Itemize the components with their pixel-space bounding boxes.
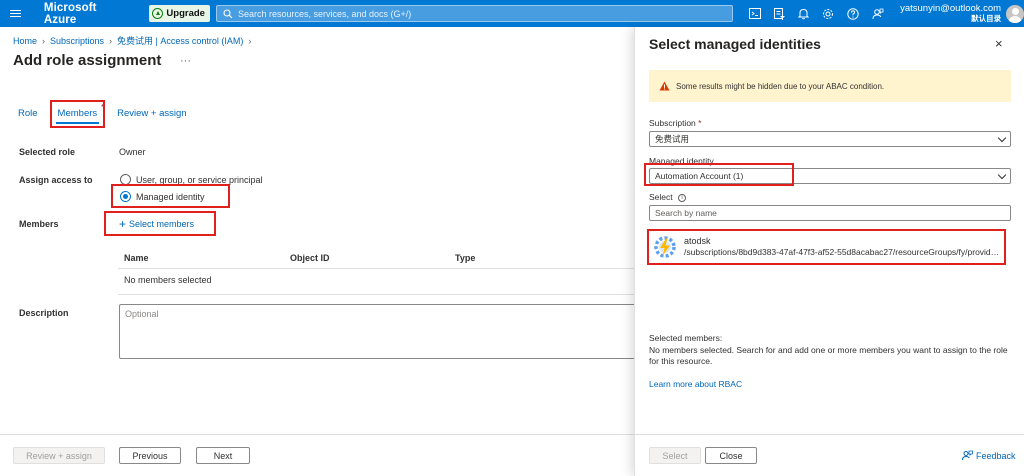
chevron-right-icon: › — [248, 35, 252, 46]
select-button[interactable]: Select — [649, 447, 701, 464]
breadcrumb: Home › Subscriptions › 免费试用 | Access con… — [13, 34, 251, 47]
search-by-name-input[interactable]: Search by name — [649, 205, 1011, 221]
assign-access-label: Assign access to — [19, 175, 93, 185]
account-info[interactable]: yatsunyin@outlook.com 默认目录 — [900, 2, 1002, 24]
panel-footer-divider — [635, 434, 1024, 435]
breadcrumb-iam[interactable]: 免费试用 | Access control (IAM) — [117, 34, 243, 47]
table-header-divider — [118, 268, 636, 269]
select-label-text: Select — [649, 192, 673, 202]
chevron-down-icon — [997, 133, 1007, 142]
chevron-down-icon — [997, 170, 1007, 179]
breadcrumb-subscriptions[interactable]: Subscriptions — [50, 36, 104, 46]
upgrade-label: Upgrade — [166, 8, 205, 19]
global-search-input[interactable]: Search resources, services, and docs (G+… — [215, 5, 734, 22]
panel-title: Select managed identities — [649, 36, 821, 52]
tab-role[interactable]: Role — [18, 108, 38, 119]
members-label: Members — [19, 219, 59, 229]
top-bar: Microsoft Azure Upgrade Search resources… — [0, 0, 1024, 27]
info-icon[interactable]: i — [678, 193, 686, 202]
user-email: yatsunyin@outlook.com — [900, 2, 1002, 14]
search-placeholder: Search resources, services, and docs (G+… — [237, 8, 412, 19]
selected-members-title: Selected members: — [649, 333, 723, 343]
feedback-link[interactable]: Feedback — [962, 450, 1016, 461]
highlight-select-members — [104, 211, 216, 236]
close-icon[interactable]: × — [995, 36, 1003, 51]
highlight-managed-identity — [111, 184, 230, 208]
chevron-right-icon: › — [109, 35, 113, 46]
user-directory: 默认目录 — [971, 13, 1002, 23]
warning-text: Some results might be hidden due to your… — [676, 81, 885, 91]
subscription-label-text: Subscription — [649, 118, 696, 128]
upgrade-icon — [152, 8, 164, 19]
table-row-divider — [118, 294, 636, 295]
description-textarea[interactable]: Optional — [119, 304, 637, 359]
upgrade-button[interactable]: Upgrade — [149, 5, 210, 22]
help-icon[interactable] — [847, 7, 859, 20]
review-assign-button[interactable]: Review + assign — [13, 447, 105, 464]
highlight-managed-identity-dropdown — [644, 163, 794, 186]
page-title: Add role assignment — [13, 52, 162, 69]
feedback-label: Feedback — [976, 450, 1016, 461]
selected-role-value: Owner — [119, 147, 146, 157]
footer-divider — [0, 434, 634, 435]
feedback-icon[interactable] — [872, 8, 884, 20]
subscription-label: Subscription * — [649, 118, 701, 128]
bell-icon[interactable] — [798, 8, 810, 20]
directory-filter-icon[interactable] — [774, 7, 786, 20]
description-label: Description — [19, 308, 69, 318]
highlight-members-tab — [50, 100, 105, 128]
brand-title[interactable]: Microsoft Azure — [44, 2, 132, 26]
column-header-name: Name — [124, 253, 149, 263]
tab-review-assign[interactable]: Review + assign — [117, 108, 186, 119]
selected-members-summary: Selected members: No members selected. S… — [649, 333, 1011, 368]
radio-user-label: User, group, or service principal — [136, 174, 263, 185]
subscription-value: 免费试用 — [655, 134, 690, 144]
select-managed-identities-panel: Select managed identities × Some results… — [634, 27, 1024, 476]
subscription-dropdown[interactable]: 免费试用 — [649, 131, 1011, 147]
feedback-icon — [962, 450, 973, 461]
column-header-object-id: Object ID — [290, 253, 330, 263]
required-indicator: * — [698, 118, 702, 128]
selected-members-text: No members selected. Search for and add … — [649, 344, 1008, 367]
highlight-result-item — [647, 229, 1006, 265]
select-label: Select i — [649, 192, 686, 202]
more-options-button[interactable]: ··· — [180, 55, 191, 67]
close-button[interactable]: Close — [705, 447, 757, 464]
learn-more-rbac-link[interactable]: Learn more about RBAC — [649, 379, 742, 389]
column-header-type: Type — [455, 253, 476, 263]
abac-warning-banner: Some results might be hidden due to your… — [649, 70, 1011, 102]
no-members-text: No members selected — [124, 275, 212, 285]
search-icon — [223, 8, 233, 18]
previous-button[interactable]: Previous — [119, 447, 181, 464]
cloud-shell-icon[interactable] — [749, 8, 762, 19]
gear-icon[interactable] — [822, 8, 834, 20]
avatar[interactable] — [1006, 4, 1024, 23]
selected-role-label: Selected role — [19, 147, 76, 157]
warning-icon — [659, 81, 670, 91]
chevron-right-icon: › — [42, 35, 46, 46]
breadcrumb-home[interactable]: Home — [13, 36, 37, 46]
next-button[interactable]: Next — [196, 447, 250, 464]
menu-icon[interactable] — [10, 9, 26, 18]
